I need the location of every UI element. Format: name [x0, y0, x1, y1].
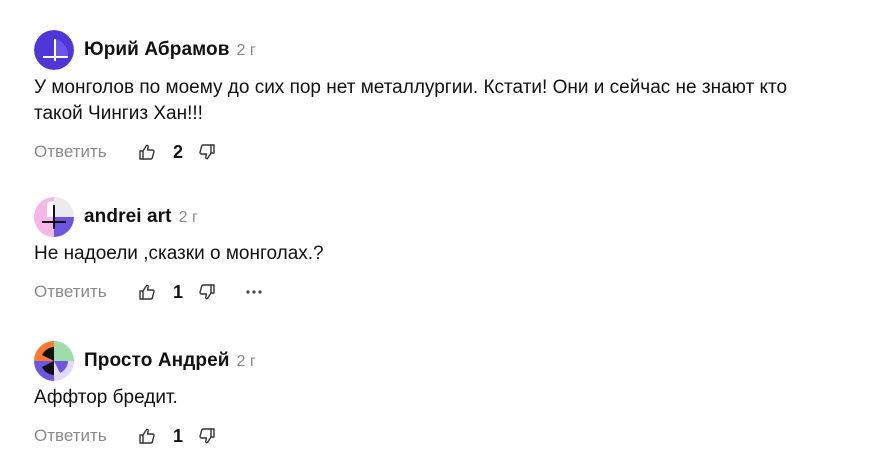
- comment-item: Юрий Абрамов 2 г У монголов по моему до …: [34, 30, 854, 163]
- like-count: 2: [172, 141, 183, 162]
- comment-actions: Ответить 2: [34, 141, 854, 163]
- author-name[interactable]: andrei art: [84, 206, 172, 228]
- comment-text: Не надоели ,сказки о монголах.?: [34, 241, 834, 267]
- comment-text-line: Аффтор бредит.: [34, 387, 178, 408]
- reply-button[interactable]: Ответить: [34, 426, 137, 446]
- like-count: 1: [172, 425, 183, 446]
- avatar[interactable]: [34, 341, 74, 381]
- like-count: 1: [172, 281, 183, 302]
- comment-time: 2 г: [236, 353, 256, 370]
- thumbs-up-icon[interactable]: [137, 426, 157, 446]
- comment-time: 2 г: [236, 42, 256, 59]
- reply-button[interactable]: Ответить: [34, 142, 137, 162]
- comment-actions: Ответить 1: [34, 425, 854, 447]
- reply-button[interactable]: Ответить: [34, 282, 137, 302]
- comment-header: Просто Андрей 2 г: [34, 341, 854, 381]
- thumbs-up-icon[interactable]: [137, 282, 157, 302]
- author-name[interactable]: Просто Андрей: [84, 350, 230, 372]
- comment-header: andrei art 2 г: [34, 197, 854, 237]
- comment-header: Юрий Абрамов 2 г: [34, 30, 854, 70]
- comment-text-line: У монголов по моему до сих пор нет метал…: [34, 77, 788, 98]
- thumbs-down-icon[interactable]: [197, 426, 217, 446]
- avatar[interactable]: [34, 197, 74, 237]
- author-name[interactable]: Юрий Абрамов: [84, 39, 230, 61]
- thumbs-down-icon[interactable]: [197, 142, 217, 162]
- comment-item: Просто Андрей 2 г Аффтор бредит. Ответит…: [34, 341, 854, 447]
- thumbs-down-icon[interactable]: [197, 282, 217, 302]
- ellipsis-icon[interactable]: [243, 282, 265, 302]
- comment-item: andrei art 2 г Не надоели ,сказки о монг…: [34, 197, 854, 303]
- comment-text-line: такой Чингиз Хан!!!: [34, 103, 203, 124]
- comment-text: У монголов по моему до сих пор нет метал…: [34, 75, 834, 127]
- comment-actions: Ответить 1: [34, 281, 854, 303]
- comment-time: 2 г: [178, 209, 198, 226]
- comment-text-line: Не надоели ,сказки о монголах.?: [34, 243, 324, 264]
- comment-text: Аффтор бредит.: [34, 385, 834, 411]
- thumbs-up-icon[interactable]: [137, 142, 157, 162]
- avatar[interactable]: [34, 30, 74, 70]
